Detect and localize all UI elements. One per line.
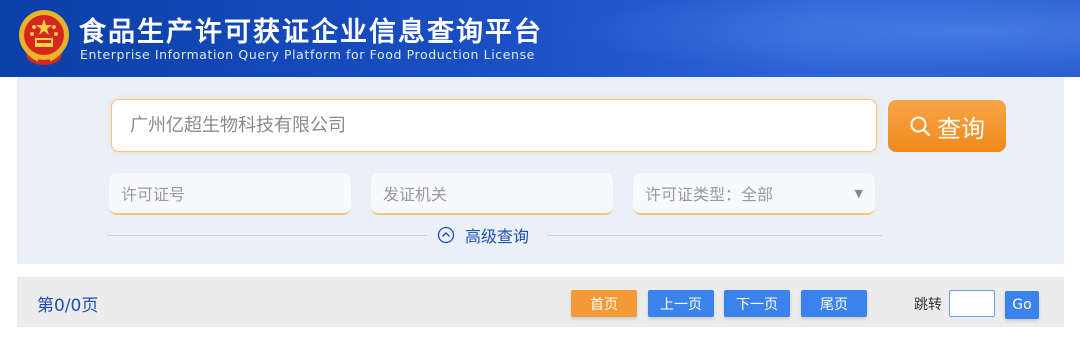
jump-label: 跳转 (914, 297, 942, 313)
query-button-label: 查询 (937, 114, 985, 143)
next-page-button[interactable]: 下一页 (724, 290, 790, 317)
prev-page-button[interactable]: 上一页 (648, 290, 714, 317)
company-search-input[interactable] (111, 99, 877, 152)
issuing-authority-field[interactable]: 发证机关 (371, 173, 613, 215)
advanced-query-toggle[interactable]: 高级查询 (437, 222, 529, 248)
chevron-up-circle-icon (437, 226, 455, 244)
page-title: 食品生产许可获证企业信息查询平台 (79, 17, 543, 48)
license-number-field[interactable]: 许可证号 (109, 173, 351, 215)
national-emblem-icon (19, 10, 69, 65)
license-type-select[interactable]: 许可证类型：全部 ▼ (633, 173, 875, 215)
go-button[interactable]: Go (1005, 291, 1039, 319)
divider-right (547, 235, 882, 236)
pagination-bar: 第0/0页 首页 上一页 下一页 尾页 跳转 Go (17, 277, 1064, 327)
search-panel: 查询 许可证号 发证机关 许可证类型：全部 ▼ 高级查询 (17, 77, 1064, 264)
jump-page-input[interactable] (949, 290, 995, 317)
issuing-authority-placeholder: 发证机关 (383, 185, 448, 204)
caret-down-icon: ▼ (854, 186, 863, 200)
page-indicator: 第0/0页 (37, 296, 99, 316)
license-type-value: 许可证类型：全部 (645, 185, 774, 204)
page-subtitle: Enterprise Information Query Platform fo… (80, 47, 535, 62)
first-page-button[interactable]: 首页 (571, 290, 637, 317)
search-icon (910, 116, 931, 137)
header-banner: 食品生产许可获证企业信息查询平台 Enterprise Information … (0, 0, 1080, 77)
last-page-button[interactable]: 尾页 (801, 290, 867, 317)
divider-left (107, 235, 427, 236)
query-button[interactable]: 查询 (888, 100, 1006, 152)
advanced-query-label: 高级查询 (465, 227, 530, 246)
license-number-placeholder: 许可证号 (121, 185, 186, 204)
